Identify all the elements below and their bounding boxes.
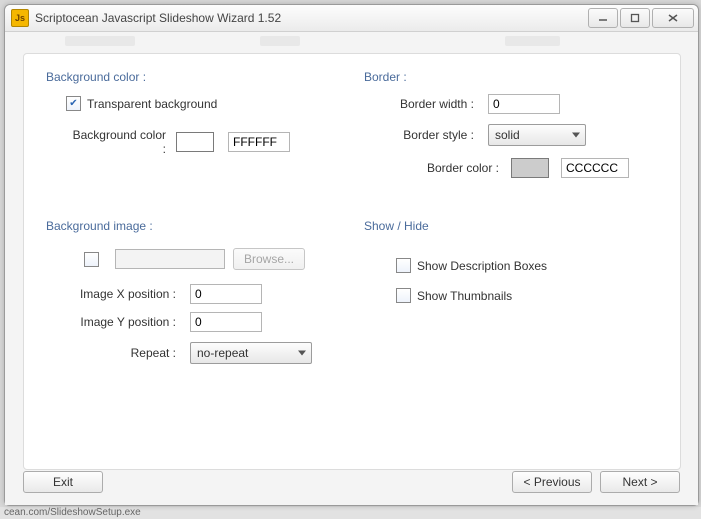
ghost-bg (260, 36, 300, 46)
app-icon: Js (11, 9, 29, 27)
next-button[interactable]: Next > (600, 471, 680, 493)
transparent-checkbox[interactable] (66, 96, 81, 111)
window-title: Scriptocean Javascript Slideshow Wizard … (35, 11, 586, 25)
minimize-button[interactable] (588, 8, 618, 28)
previous-button[interactable]: < Previous (512, 471, 592, 493)
close-button[interactable] (652, 8, 694, 28)
minimize-icon (598, 13, 608, 23)
section-showhide-title: Show / Hide (364, 219, 429, 233)
border-style-label: Border style : (384, 128, 474, 142)
background-remnant: cean.com/SlideshowSetup.exe (0, 507, 701, 519)
image-y-label: Image Y position : (66, 315, 176, 329)
maximize-icon (630, 13, 640, 23)
section-bg-image-title: Background image : (46, 219, 153, 233)
show-thumb-label: Show Thumbnails (417, 289, 512, 303)
show-desc-label: Show Description Boxes (417, 259, 547, 273)
section-border-title: Border : (364, 70, 407, 84)
border-width-label: Border width : (384, 97, 474, 111)
show-thumb-checkbox[interactable] (396, 288, 411, 303)
border-width-input[interactable] (488, 94, 560, 114)
image-y-input[interactable] (190, 312, 262, 332)
footer-buttons: Exit < Previous Next > (23, 471, 680, 495)
client-area: Background color : Transparent backgroun… (5, 32, 698, 505)
exit-button[interactable]: Exit (23, 471, 103, 493)
border-style-select[interactable]: solid (488, 124, 586, 146)
content-panel: Background color : Transparent backgroun… (23, 53, 681, 470)
repeat-label: Repeat : (66, 346, 176, 360)
repeat-select[interactable]: no-repeat (190, 342, 312, 364)
browse-button: Browse... (233, 248, 305, 270)
ghost-bg (65, 36, 135, 46)
border-color-label: Border color : (414, 161, 499, 175)
close-icon (667, 13, 679, 23)
border-color-input[interactable] (561, 158, 629, 178)
main-window: Js Scriptocean Javascript Slideshow Wiza… (4, 4, 699, 506)
ghost-bg (505, 36, 560, 46)
bg-image-enable-checkbox[interactable] (84, 252, 99, 267)
section-bg-color-title: Background color : (46, 70, 146, 84)
maximize-button[interactable] (620, 8, 650, 28)
border-color-swatch[interactable] (511, 158, 549, 178)
repeat-select-value: no-repeat (197, 346, 248, 360)
bg-color-swatch[interactable] (176, 132, 214, 152)
bg-color-label: Background color : (66, 128, 166, 156)
bg-color-input[interactable] (228, 132, 290, 152)
image-x-label: Image X position : (66, 287, 176, 301)
bg-image-path-input (115, 249, 225, 269)
border-style-value: solid (495, 128, 520, 142)
titlebar: Js Scriptocean Javascript Slideshow Wiza… (5, 5, 698, 32)
transparent-label: Transparent background (87, 97, 217, 111)
show-desc-checkbox[interactable] (396, 258, 411, 273)
image-x-input[interactable] (190, 284, 262, 304)
